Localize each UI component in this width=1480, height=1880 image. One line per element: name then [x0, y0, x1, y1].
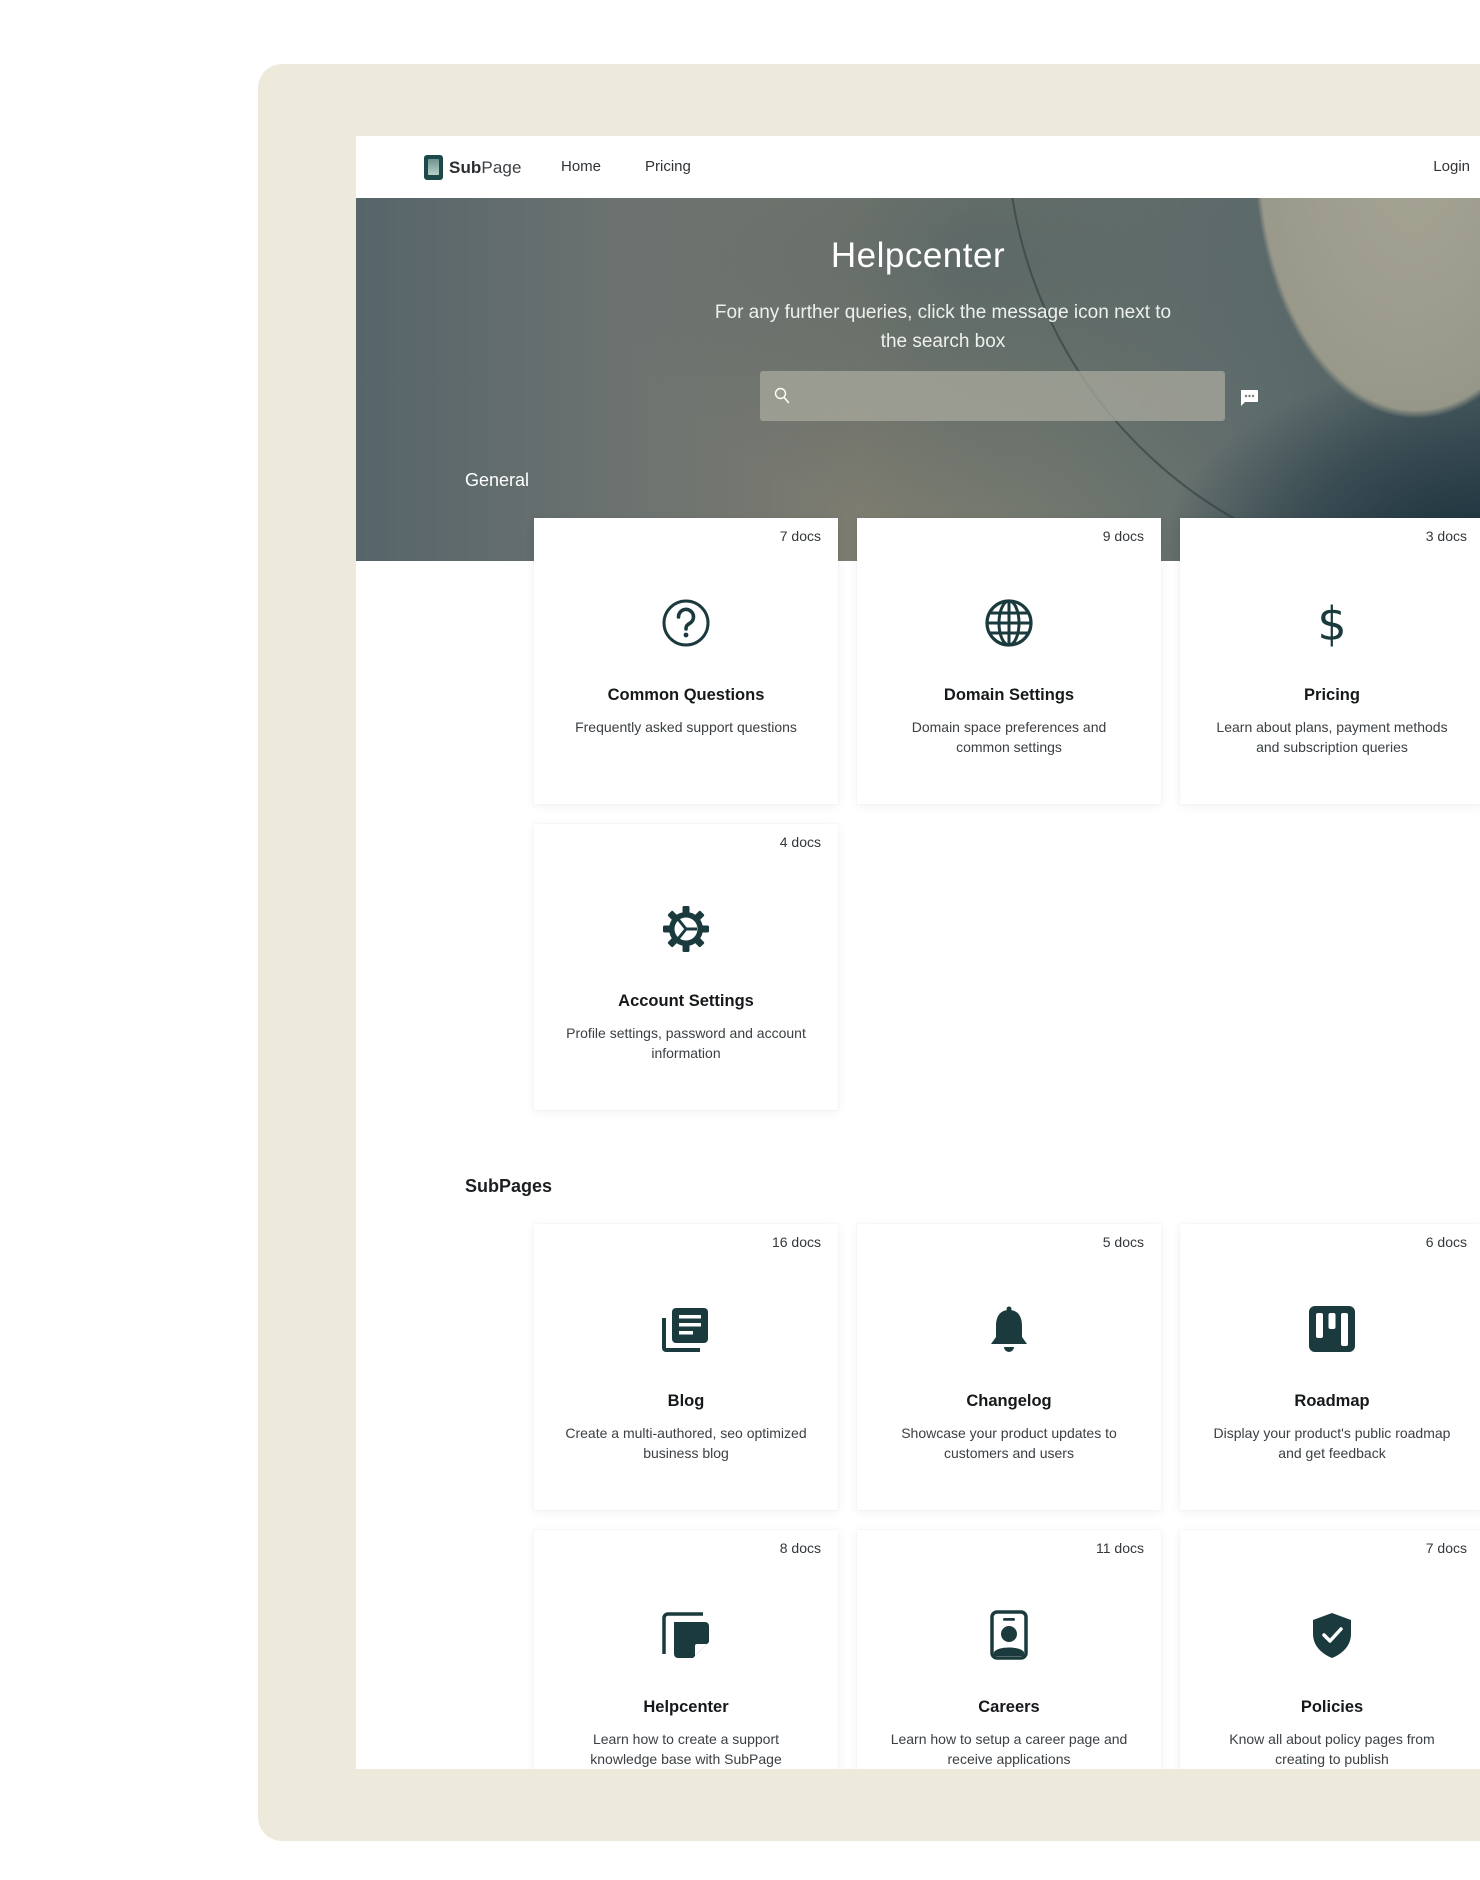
doc-count: 7 docs [779, 528, 821, 544]
card-description: Create a multi-authored, seo optimized b… [565, 1425, 807, 1461]
doc-count: 4 docs [779, 834, 821, 850]
logo-text-bold: Sub [449, 157, 482, 177]
logo-icon [424, 155, 443, 180]
doc-count: 11 docs [1096, 1540, 1144, 1556]
browser-page: SubPage Home Pricing Login Helpcenter Fo… [356, 136, 1480, 1769]
card-title: Blog [667, 1392, 705, 1410]
nav-link-pricing[interactable]: Pricing [645, 158, 691, 175]
card-title: Account Settings [618, 992, 754, 1010]
top-nav: SubPage Home Pricing Login [356, 136, 1480, 198]
question-circle-icon [662, 599, 710, 647]
card-title: Changelog [966, 1392, 1052, 1410]
category-card-domain-settings[interactable]: 9 docs Domain Settings Domain space pref… [857, 518, 1161, 804]
category-card-roadmap[interactable]: 6 docs Roadmap Display your product's pu… [1180, 1224, 1480, 1510]
svg-text:$: $ [1317, 598, 1346, 648]
card-title: Common Questions [607, 686, 765, 704]
card-description: Showcase your product updates to custome… [901, 1425, 1117, 1461]
doc-count: 8 docs [779, 1540, 821, 1556]
category-card-common-questions[interactable]: 7 docs Common Questions Frequently asked… [534, 518, 838, 804]
card-description: Display your product's public roadmap an… [1213, 1425, 1451, 1461]
card-description: Frequently asked support questions [575, 719, 797, 735]
card-title: Domain Settings [943, 686, 1075, 704]
card-title: Careers [978, 1698, 1040, 1716]
section-title-general: General [465, 470, 530, 490]
card-description: Domain space preferences and common sett… [911, 719, 1107, 755]
sticky-note-icon [662, 1612, 709, 1658]
doc-count: 6 docs [1425, 1234, 1467, 1250]
bell-icon [991, 1306, 1027, 1352]
shield-check-icon [1313, 1613, 1351, 1658]
doc-count: 9 docs [1102, 528, 1144, 544]
category-card-changelog[interactable]: 5 docs Changelog Showcase your product u… [857, 1224, 1161, 1510]
category-card-careers[interactable]: 11 docs Careers Learn how to setup a car… [857, 1530, 1161, 1769]
search-icon [774, 387, 790, 404]
doc-count: 3 docs [1425, 528, 1467, 544]
category-card-blog[interactable]: 16 docs Blog Create a multi-authored, se… [534, 1224, 838, 1510]
category-card-account-settings[interactable]: 4 docs Account Settings Profile settings… [534, 824, 838, 1110]
card-description: Learn about plans, payment methods and s… [1216, 719, 1448, 755]
card-description: Learn how to setup a career page and rec… [890, 1731, 1128, 1767]
roadmap-icon [1309, 1306, 1355, 1352]
card-title: Policies [1300, 1698, 1364, 1716]
logo-text: SubPage [449, 158, 522, 178]
search-input[interactable] [798, 371, 1218, 421]
card-description: Profile settings, password and account i… [566, 1025, 806, 1061]
card-description: Know all about policy pages from creatin… [1229, 1731, 1435, 1767]
category-card-pricing[interactable]: 3 docs $ Pricing Learn about plans, paym… [1180, 518, 1480, 804]
dollar-icon: $ [1317, 598, 1346, 648]
category-card-policies[interactable]: 7 docs Policies Know all about policy pa… [1180, 1530, 1480, 1769]
section-title-subpages: SubPages [465, 1176, 553, 1196]
id-badge-icon [990, 1610, 1028, 1660]
gear-icon [663, 906, 709, 952]
login-link[interactable]: Login [1433, 158, 1470, 175]
nav-link-home[interactable]: Home [561, 158, 601, 175]
hero-subtitle: For any further queries, click the messa… [714, 302, 1172, 352]
search-box[interactable] [760, 371, 1225, 421]
card-title: Roadmap [1294, 1392, 1370, 1410]
doc-count: 16 docs [771, 1234, 821, 1250]
logo-text-light: Page [481, 157, 522, 177]
card-title: Helpcenter [643, 1698, 729, 1716]
blog-icon [662, 1308, 708, 1352]
card-description: Learn how to create a support knowledge … [590, 1731, 782, 1767]
page-title: Helpcenter [830, 236, 1006, 275]
category-card-helpcenter[interactable]: 8 docs Helpcenter Learn how to create a … [534, 1530, 838, 1769]
doc-count: 7 docs [1425, 1540, 1467, 1556]
card-title: Pricing [1304, 686, 1360, 704]
hero-banner: Helpcenter For any further queries, clic… [356, 198, 1480, 561]
doc-count: 5 docs [1102, 1234, 1144, 1250]
message-icon[interactable] [1239, 388, 1259, 408]
logo[interactable]: SubPage [424, 155, 522, 180]
globe-icon [985, 599, 1033, 647]
